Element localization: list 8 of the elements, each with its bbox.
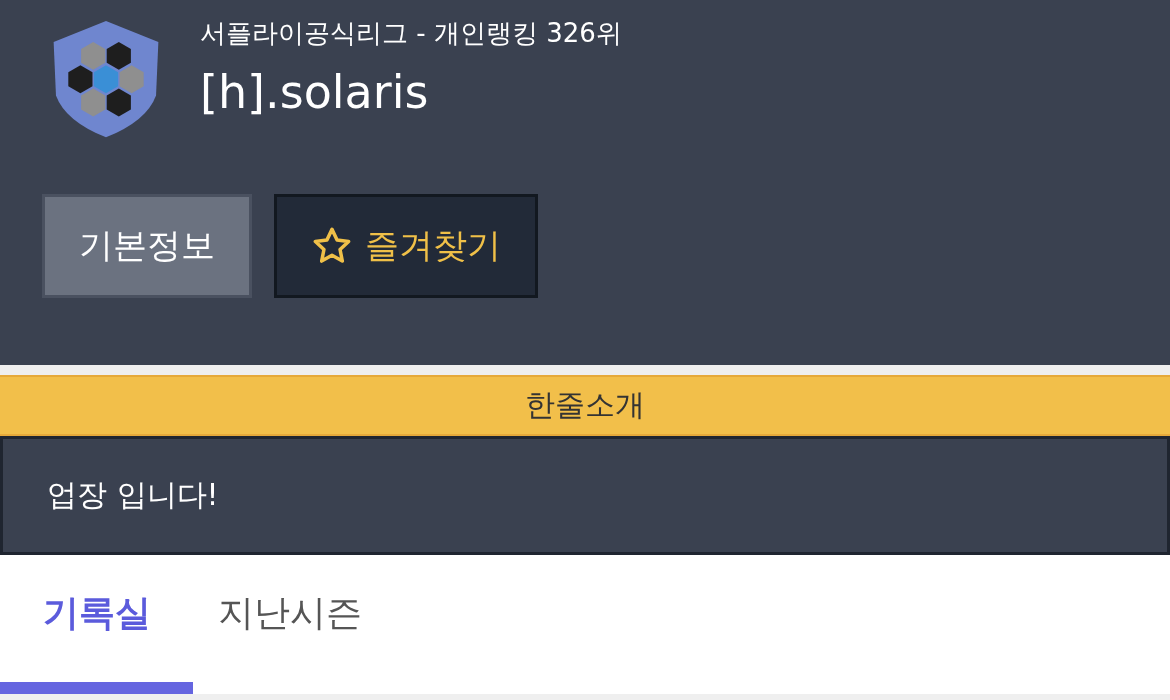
info-button[interactable]: 기본정보 <box>42 194 252 298</box>
favorite-button[interactable]: 즐겨찾기 <box>274 194 538 298</box>
tab[interactable]: 지난시즌 <box>193 555 386 694</box>
intro-heading: 한줄소개 <box>0 375 1170 436</box>
player-name: [h].solaris <box>200 65 430 119</box>
league-rank: 서플라이공식리그 - 개인랭킹 326위 <box>200 17 622 50</box>
intro-text: 업장 입니다! <box>47 476 219 514</box>
tab[interactable]: 기록실 <box>0 555 193 694</box>
